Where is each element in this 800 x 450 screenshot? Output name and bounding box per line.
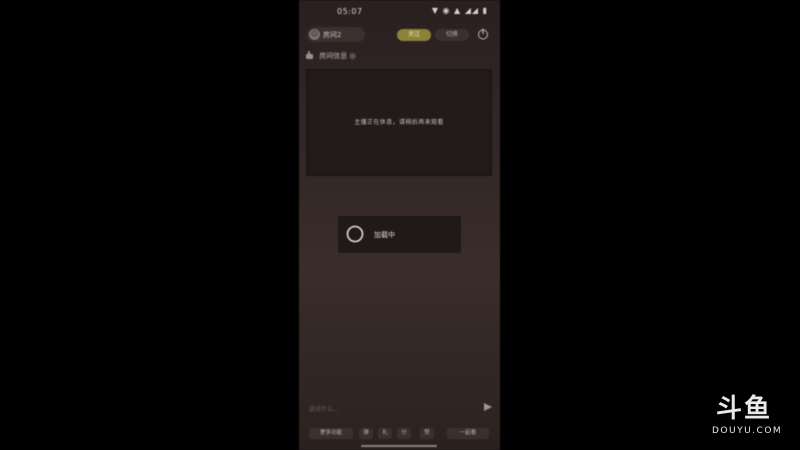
loading-text: 加载中	[374, 231, 395, 239]
bottom-toolbar: 更多功能 弹 礼 分 赞 一起看	[299, 424, 500, 442]
status-bar: 05:07 ▼ ◉ ▲ ◢◢ ▮	[299, 0, 500, 22]
follow-button[interactable]: 关注	[397, 29, 431, 41]
video-player[interactable]: 主播正在休息，请稍后再来观看	[306, 69, 492, 176]
home-indicator[interactable]	[361, 445, 437, 447]
toolbar-more-button[interactable]: 更多功能	[309, 428, 353, 439]
loading-spinner-icon	[346, 225, 364, 243]
room-header: ☺ 房间2 关注 切换	[299, 24, 500, 46]
toolbar-danmaku-button[interactable]: 弹	[359, 428, 373, 439]
status-icons: ▼ ◉ ▲ ◢◢ ▮	[431, 6, 488, 15]
screen: 05:07 ▼ ◉ ▲ ◢◢ ▮ ☺ 房间2 关注 切换 房间信息 ◎ 主播正在…	[0, 0, 800, 450]
chat-input[interactable]: 说点什么...	[305, 400, 495, 416]
avatar: ☺	[309, 29, 320, 40]
video-status-message: 主播正在休息，请稍后再来观看	[354, 119, 444, 126]
watermark-logo: 斗鱼	[716, 394, 773, 424]
room-info-pill[interactable]: ☺ 房间2	[307, 27, 365, 42]
loading-toast: 加载中	[338, 216, 461, 253]
toolbar-watch-together-button[interactable]: 一起看	[447, 428, 489, 439]
watermark: 斗鱼 DOUYU.COM	[712, 388, 792, 438]
mode-button[interactable]: 切换	[435, 29, 469, 41]
send-icon[interactable]	[483, 402, 493, 412]
power-icon[interactable]	[476, 27, 490, 41]
watermark-text: DOUYU.COM	[712, 426, 783, 436]
toolbar-like-button[interactable]: 赞	[420, 428, 434, 439]
room-name: 房间2	[323, 31, 342, 39]
hand-icon	[306, 51, 313, 59]
toolbar-gift-button[interactable]: 礼	[378, 428, 392, 439]
toolbar-share-button[interactable]: 分	[397, 428, 411, 439]
room-subheader-label: 房间信息 ◎	[319, 52, 356, 60]
status-time: 05:07	[337, 7, 363, 16]
chat-placeholder: 说点什么...	[309, 406, 339, 413]
phone-screen: 05:07 ▼ ◉ ▲ ◢◢ ▮ ☺ 房间2 关注 切换 房间信息 ◎ 主播正在…	[299, 0, 500, 450]
room-subheader[interactable]: 房间信息 ◎	[305, 51, 356, 63]
